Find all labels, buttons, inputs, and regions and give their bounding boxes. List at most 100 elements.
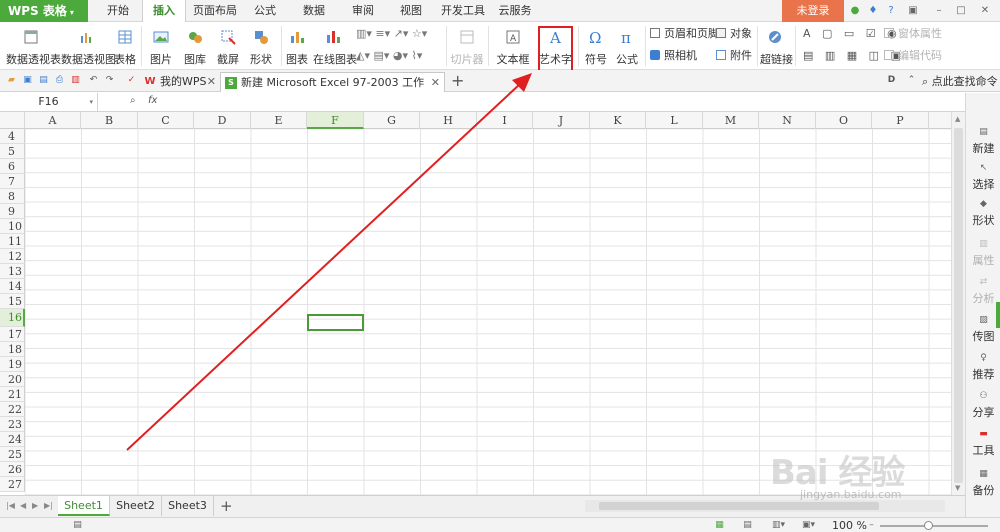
insert-function-button[interactable]: fx (148, 95, 157, 106)
sidebar-item-upload-image[interactable]: ▨ 传图 (966, 315, 1000, 344)
sidebar-item-new[interactable]: ▤ 新建 (966, 127, 1000, 156)
next-sheet-icon[interactable]: ▶ (32, 501, 38, 510)
row-header[interactable]: 6 (0, 159, 25, 174)
scroll-up-icon[interactable]: ▲ (955, 115, 960, 123)
sidebar-item-select[interactable]: ↖ 选择 (966, 163, 1000, 192)
column-header[interactable]: G (364, 112, 420, 129)
row-header[interactable]: 20 (0, 372, 25, 387)
sidebar-item-recommend[interactable]: ♀ 推荐 (966, 353, 1000, 382)
row-header[interactable]: 11 (0, 234, 25, 249)
select-all-corner[interactable] (0, 112, 25, 129)
close-icon[interactable]: ✕ (431, 73, 440, 92)
row-header[interactable]: 18 (0, 342, 25, 357)
cell-area[interactable] (25, 129, 951, 495)
sheet-tab-1[interactable]: Sheet1 (58, 496, 110, 516)
sheet-tab-2[interactable]: Sheet2 (110, 496, 162, 516)
collapse-ribbon-icon[interactable]: ⌃ (906, 75, 917, 86)
row-header[interactable]: 25 (0, 447, 25, 462)
zoom-level[interactable]: 100 % (832, 519, 867, 532)
close-icon[interactable]: ✕ (207, 72, 216, 91)
skin-icon[interactable]: ● (848, 4, 862, 18)
chart-type-gallery-row2[interactable]: ◭▾ ▤▾ ◕▾ ⌇▾ (356, 48, 422, 64)
pdf-icon[interactable]: ▥ (70, 75, 81, 86)
normal-view-icon[interactable]: ▦ (714, 520, 725, 530)
table-button[interactable]: 表格 (113, 28, 137, 67)
tab-cloud[interactable]: 云服务 (495, 0, 535, 22)
column-header[interactable]: H (420, 112, 477, 129)
sidebar-item-properties[interactable]: ▥ 属性 (966, 239, 1000, 268)
customize-icon[interactable]: ✓ (126, 75, 137, 86)
last-sheet-icon[interactable]: ▶| (44, 501, 53, 510)
tab-data[interactable]: 数据 (298, 0, 330, 22)
close-icon[interactable]: ✕ (978, 4, 992, 18)
camera-button[interactable]: 照相机 (650, 48, 697, 64)
tab-insert[interactable]: 插入 (142, 0, 186, 23)
zoom-slider-handle[interactable] (924, 521, 933, 530)
sheet-tab-3[interactable]: Sheet3 (162, 496, 214, 516)
hyperlink-button[interactable]: 超链接 (760, 28, 793, 67)
first-sheet-icon[interactable]: |◀ (6, 501, 15, 510)
zoom-out-icon[interactable]: – (866, 520, 877, 530)
column-header[interactable]: O (816, 112, 872, 129)
open-folder-icon[interactable]: ▰ (6, 75, 17, 86)
row-header[interactable]: 15 (0, 294, 25, 309)
attachment-button[interactable]: 附件 (716, 48, 752, 64)
tab-formulas[interactable]: 公式 (250, 0, 280, 22)
row-header[interactable]: 24 (0, 432, 25, 447)
row-header[interactable]: 13 (0, 264, 25, 279)
row-header[interactable]: 14 (0, 279, 25, 294)
restore-ribbon-icon[interactable]: ▣ (906, 4, 920, 18)
row-header[interactable]: 21 (0, 387, 25, 402)
row-header-selected[interactable]: 16 (0, 309, 25, 327)
slicer-button[interactable]: 切片器 (450, 28, 484, 67)
page-layout-view-icon[interactable]: ▤ (742, 520, 753, 530)
online-chart-button[interactable]: 在线图表 (313, 28, 357, 67)
row-header[interactable]: 17 (0, 327, 25, 342)
column-header[interactable]: B (81, 112, 138, 129)
shape-button[interactable]: 形状 (246, 28, 276, 67)
formula-button[interactable]: π 公式 (613, 28, 641, 67)
redo-icon[interactable]: ↷ (104, 75, 115, 86)
column-header[interactable]: P (872, 112, 929, 129)
object-button[interactable]: 对象 (716, 26, 752, 42)
edit-code-button[interactable]: 编辑代码 (884, 48, 942, 64)
magnifier-icon[interactable]: ⌕ (130, 95, 136, 106)
tab-workbook[interactable]: S新建 Microsoft Excel 97-2003 工作表.xls *✕ (220, 72, 445, 108)
sidebar-item-analyze[interactable]: ⇄ 分析 (966, 277, 1000, 306)
sidebar-item-tools[interactable]: ▬ 工具 (966, 429, 1000, 458)
gallery-button[interactable]: 图库 (180, 28, 210, 67)
pivot-chart-button[interactable]: 数据透视图 (61, 28, 116, 67)
scroll-down-icon[interactable]: ▼ (955, 484, 960, 492)
sidebar-item-backup[interactable]: ▦ 备份 (966, 469, 1000, 498)
prev-sheet-icon[interactable]: ◀ (20, 501, 26, 510)
app-menu-button[interactable]: WPS 表格 ▾ (0, 0, 88, 22)
minimize-icon[interactable]: – (932, 4, 946, 18)
column-header-selected[interactable]: F (307, 112, 364, 129)
column-header[interactable]: A (25, 112, 81, 129)
picture-button[interactable]: 图片 (146, 28, 176, 67)
vertical-scrollbar[interactable]: ▲ ▼ (951, 112, 965, 495)
column-header[interactable]: N (759, 112, 816, 129)
sidebar-item-share[interactable]: ⚇ 分享 (966, 391, 1000, 420)
tab-my-wps[interactable]: W 我的WPS ✕ (140, 72, 220, 92)
row-header[interactable]: 26 (0, 462, 25, 477)
symbol-button[interactable]: Ω 符号 (582, 28, 610, 67)
screenshot-button[interactable]: 截屏 (213, 28, 243, 67)
active-cell-f16[interactable] (307, 314, 364, 331)
header-footer-button[interactable]: 页眉和页脚 (650, 26, 719, 42)
column-header[interactable]: L (646, 112, 703, 129)
full-screen-icon[interactable]: ▣▾ (802, 520, 815, 530)
row-header[interactable]: 4 (0, 129, 25, 144)
shirt-icon[interactable]: ♦ (866, 4, 880, 18)
page-break-view-icon[interactable]: ▥▾ (772, 520, 785, 530)
row-header[interactable]: 19 (0, 357, 25, 372)
column-header[interactable]: I (477, 112, 533, 129)
row-header[interactable]: 23 (0, 417, 25, 432)
command-search[interactable]: ⌕ 点此查找命令 (922, 73, 998, 89)
row-header[interactable]: 10 (0, 219, 25, 234)
login-button[interactable]: 未登录 (782, 0, 844, 22)
vertical-scroll-thumb[interactable] (954, 128, 963, 483)
column-header[interactable]: M (703, 112, 759, 129)
tab-home[interactable]: 开始 (100, 0, 136, 22)
save-icon[interactable]: ▣ (22, 75, 33, 86)
